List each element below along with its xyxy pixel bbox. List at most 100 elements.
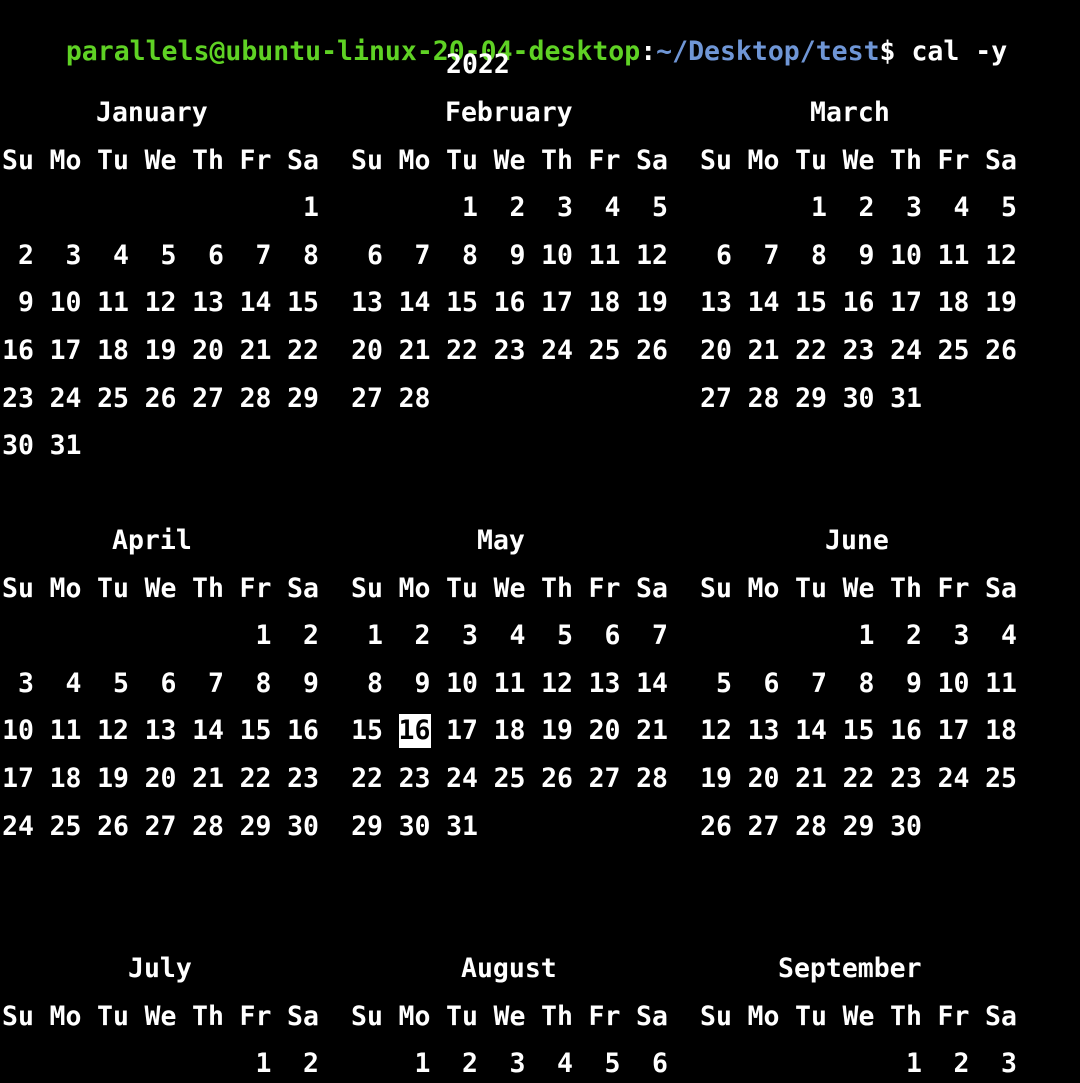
day-cell: 20 [144, 763, 177, 794]
day-cell: 21 [747, 335, 780, 366]
weekday-header: We [144, 572, 177, 604]
day-cell: 5 [716, 667, 732, 699]
day-cell: 4 [557, 1048, 573, 1080]
day-cell: 23 [2, 382, 34, 414]
weekday-header: Tu [795, 572, 827, 604]
day-cell: 7 [652, 620, 668, 652]
weekday-header: Mo [747, 572, 780, 604]
day-cell: 30 [398, 810, 431, 842]
day-cell: 28 [747, 382, 780, 414]
day-cell: 27 [192, 382, 224, 414]
month-name: June [825, 525, 889, 556]
day-cell: 26 [144, 382, 177, 414]
day-cell: 12 [700, 715, 732, 747]
day-cell: 5 [557, 620, 573, 652]
weekday-header: Sa [636, 572, 668, 604]
day-cell: 23 [842, 335, 875, 366]
weekday-header: Tu [97, 144, 129, 176]
day-cell: 14 [795, 715, 827, 747]
day-cell: 26 [985, 335, 1017, 366]
day-cell: 8 [303, 239, 319, 271]
month-name: August [461, 953, 557, 984]
day-cell: 17 [49, 335, 82, 366]
day-cell: 4 [1001, 620, 1017, 652]
weekday-header: Su [700, 1000, 732, 1032]
weekday-header: Su [351, 1000, 383, 1032]
day-cell: 21 [795, 763, 827, 794]
day-cell: 2 [414, 620, 431, 652]
day-cell: 11 [493, 667, 526, 699]
day-cell: 1 [303, 192, 319, 224]
day-cell: 26 [97, 810, 129, 842]
weekday-header: Th [192, 144, 224, 176]
day-cell: 20 [192, 335, 224, 366]
day-cell: 19 [700, 763, 732, 794]
month-name: July [128, 953, 192, 984]
weekday-header: Mo [398, 572, 431, 604]
day-cell: 18 [493, 715, 526, 747]
weekday-header: Fr [588, 144, 621, 176]
day-cell: 25 [985, 763, 1017, 794]
day-cell: 7 [255, 239, 272, 271]
day-cell: 4 [509, 620, 526, 652]
day-cell: 12 [985, 239, 1017, 271]
day-cell: 27 [351, 382, 383, 414]
weekday-header: Su [2, 144, 34, 176]
weekday-header: Tu [795, 144, 827, 176]
day-cell: 22 [446, 335, 478, 366]
weekday-header: We [842, 144, 875, 176]
day-cell: 6 [763, 667, 780, 699]
day-cell: 16 [493, 287, 526, 319]
day-cell: 2 [858, 192, 875, 224]
day-cell: 22 [795, 335, 827, 366]
day-cell: 8 [462, 239, 478, 271]
day-cell: 19 [985, 287, 1017, 319]
day-cell: 8 [255, 667, 272, 699]
day-cell: 2 [462, 1048, 478, 1080]
weekday-header: Th [890, 572, 922, 604]
weekday-header: Th [541, 572, 573, 604]
day-cell: 16 [842, 287, 875, 319]
day-cell: 8 [367, 667, 383, 699]
day-cell: 11 [97, 287, 129, 319]
month-name: September [778, 953, 922, 984]
day-cell: 31 [890, 382, 922, 414]
day-cell: 31 [49, 430, 82, 462]
day-cell: 30 [287, 810, 319, 842]
day-cell: 3 [65, 239, 82, 271]
day-cell: 23 [287, 763, 319, 794]
terminal-window[interactable]: parallels@ubuntu-linux-20-04-desktop:~/D… [0, 0, 1080, 1083]
weekday-header: Su [700, 144, 732, 176]
day-cell: 12 [636, 239, 668, 271]
weekday-header: Mo [49, 144, 82, 176]
weekday-header: Sa [985, 572, 1017, 604]
day-cell: 9 [858, 239, 875, 271]
day-cell: 28 [239, 382, 272, 414]
day-cell: 24 [446, 763, 478, 794]
day-cell: 29 [239, 810, 272, 842]
weekday-header: Mo [398, 1000, 431, 1032]
day-cell: 30 [2, 430, 34, 462]
day-cell: 23 [493, 335, 526, 366]
day-cell: 27 [588, 763, 621, 794]
prompt-separator: : [640, 36, 657, 67]
weekday-header: Sa [636, 144, 668, 176]
day-cell: 18 [97, 335, 129, 366]
day-cell: 3 [462, 620, 478, 652]
weekday-header: Sa [985, 144, 1017, 176]
day-cell: 7 [208, 667, 224, 699]
weekday-header: Tu [97, 572, 129, 604]
day-cell: 9 [303, 667, 319, 699]
day-cell: 9 [906, 667, 922, 699]
day-cell: 15 [239, 715, 272, 747]
day-cell: 22 [351, 763, 383, 794]
prompt-line: parallels@ubuntu-linux-20-04-desktop:~/D… [2, 1, 1007, 67]
weekday-header: Sa [287, 1000, 319, 1032]
weekday-header: Mo [49, 572, 82, 604]
day-cell: 17 [2, 763, 34, 794]
day-cell: 17 [890, 287, 922, 319]
day-cell: 1 [255, 620, 272, 652]
day-cell: 18 [985, 715, 1017, 747]
day-cell: 5 [160, 239, 177, 271]
day-cell: 22 [842, 763, 875, 794]
